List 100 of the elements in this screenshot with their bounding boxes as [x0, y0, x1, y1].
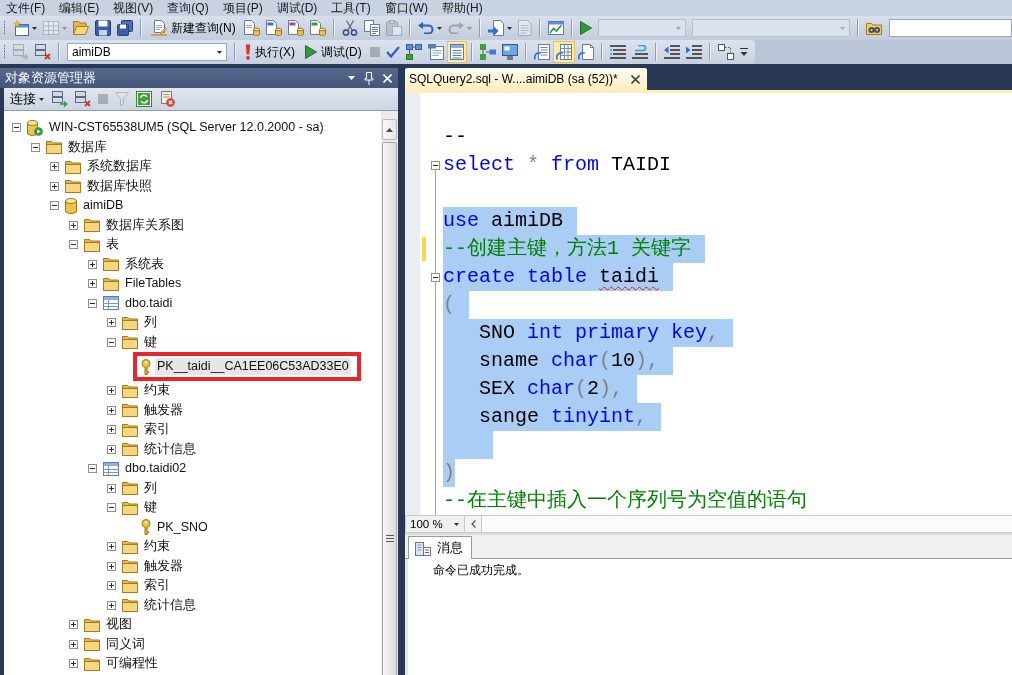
- tree-item[interactable]: PK_SNO: [155, 518, 210, 536]
- code-editor[interactable]: -- select * from TAIDI use aimiDB --创建主键，方法1 关键字 create table taidi ( SNO int primary key, sname char(10), SEX char(2), sange tinyint, ) --在主键中插入一个序列号为空值的语句: [405, 93, 1012, 515]
- tree-item[interactable]: 表: [104, 236, 121, 254]
- database-document-icon[interactable]: [243, 20, 260, 36]
- tree-item[interactable]: 统计信息: [142, 440, 198, 458]
- expand-icon[interactable]: [107, 483, 116, 493]
- copy-icon[interactable]: [363, 20, 380, 36]
- zoom-dropdown[interactable]: 100 %: [405, 515, 465, 533]
- expand-icon[interactable]: [88, 279, 97, 289]
- dotted-arrow-icon[interactable]: [717, 44, 734, 60]
- expand-icon[interactable]: [107, 600, 116, 610]
- grip-icon[interactable]: [3, 44, 6, 60]
- document-cross-icon[interactable]: [159, 91, 175, 107]
- scissors-icon[interactable]: [341, 20, 358, 36]
- list-icon[interactable]: [446, 41, 467, 63]
- database-document-icon[interactable]: [309, 20, 326, 36]
- binoculars-folder-icon[interactable]: [865, 21, 882, 35]
- scroll-up-button[interactable]: [382, 119, 397, 140]
- collapse-icon[interactable]: [431, 160, 440, 170]
- tree-item[interactable]: 系统数据库: [85, 158, 154, 176]
- floppy-disks-icon[interactable]: [117, 20, 133, 36]
- page-arrow-icon[interactable]: [577, 44, 594, 60]
- caret-icon[interactable]: [506, 26, 512, 30]
- menu-item[interactable]: 视图(V): [107, 0, 162, 16]
- menu-item[interactable]: 帮助(H): [436, 0, 491, 16]
- tree-item[interactable]: dbo.taidi02: [123, 460, 189, 478]
- menu-item[interactable]: 窗口(W): [378, 0, 436, 16]
- chevron-icon[interactable]: [739, 47, 748, 57]
- database-document-icon[interactable]: [265, 20, 282, 36]
- tree-item[interactable]: 约束: [142, 538, 172, 556]
- tree-item[interactable]: FileTables: [123, 275, 184, 293]
- tree-item[interactable]: 数据库: [66, 138, 109, 156]
- tree-item[interactable]: 触发器: [142, 401, 185, 419]
- menu-item[interactable]: 文件(F): [0, 0, 54, 16]
- expand-icon[interactable]: [50, 181, 59, 191]
- indented-lines-icon[interactable]: [609, 45, 626, 59]
- editor-tab[interactable]: SQLQuery2.sql - W....aimiDB (sa (52))*: [405, 68, 647, 90]
- menu-item[interactable]: 调试(D): [270, 0, 326, 16]
- outdent-icon[interactable]: [663, 45, 680, 59]
- tree-item[interactable]: 约束: [142, 382, 172, 400]
- document-window-icon[interactable]: [427, 44, 444, 60]
- collapse-icon[interactable]: [12, 123, 21, 133]
- tree-item[interactable]: 统计信息: [142, 596, 198, 614]
- tree-item[interactable]: WIN-CST65538UM5 (SQL Server 12.0.2000 - sa): [47, 119, 326, 137]
- expand-icon[interactable]: [107, 542, 116, 552]
- tree-item[interactable]: 列: [142, 314, 159, 332]
- menu-item[interactable]: 项目(P): [216, 0, 271, 16]
- open-folder-icon[interactable]: [73, 21, 89, 35]
- tree-item[interactable]: 键: [142, 499, 159, 517]
- collapse-icon[interactable]: [107, 503, 116, 513]
- dropdown-arrow-icon[interactable]: [348, 76, 355, 80]
- tree-item[interactable]: 同义词: [104, 635, 147, 653]
- expand-icon[interactable]: [107, 581, 116, 591]
- tree-item[interactable]: 数据库快照: [85, 177, 154, 195]
- expand-icon[interactable]: [107, 405, 116, 415]
- diagram-icon[interactable]: [479, 44, 496, 60]
- tree-item[interactable]: 系统表: [123, 255, 166, 273]
- server-cross-icon[interactable]: [35, 44, 51, 60]
- expand-icon[interactable]: [107, 386, 116, 396]
- caret-icon[interactable]: [436, 26, 442, 30]
- caret-icon[interactable]: [32, 26, 37, 30]
- document-lines-arrow-icon[interactable]: [533, 44, 550, 60]
- collapse-icon[interactable]: [107, 337, 116, 347]
- collapse-icon[interactable]: [431, 272, 440, 282]
- connect-button[interactable]: 连接: [7, 88, 48, 110]
- expand-icon[interactable]: [69, 620, 78, 630]
- hooked-lines-icon[interactable]: [631, 45, 648, 59]
- expand-icon[interactable]: [88, 259, 97, 269]
- results-tab[interactable]: 消息: [408, 536, 472, 559]
- refresh-icon[interactable]: [136, 91, 152, 107]
- pin-icon[interactable]: [364, 71, 374, 85]
- horizontal-scrollbar[interactable]: [482, 515, 1012, 533]
- dropdown[interactable]: aimiDB: [67, 43, 227, 61]
- expand-icon[interactable]: [107, 561, 116, 571]
- play-icon[interactable]: [579, 21, 592, 35]
- collapse-icon[interactable]: [50, 201, 59, 211]
- close-icon[interactable]: [630, 74, 640, 84]
- tree-item[interactable]: 索引: [142, 577, 172, 595]
- server-arrow-icon[interactable]: [52, 91, 68, 107]
- tree-item[interactable]: 键: [142, 333, 159, 351]
- flowchart-icon[interactable]: [405, 44, 422, 60]
- search-field[interactable]: [888, 19, 1012, 37]
- tree-item[interactable]: 视图: [104, 616, 134, 634]
- debug-button[interactable]: 调试(D): [300, 41, 367, 63]
- tree-item[interactable]: PK__taidi__CA1EE06C53AD33E0: [155, 358, 351, 375]
- monitor-icon[interactable]: [501, 44, 518, 60]
- expand-icon[interactable]: [69, 639, 78, 649]
- expand-icon[interactable]: [107, 444, 116, 454]
- collapse-icon[interactable]: [31, 142, 40, 152]
- collapse-icon[interactable]: [69, 240, 78, 250]
- tree-item[interactable]: 可编程性: [104, 655, 160, 673]
- execute-button[interactable]: 执行(X): [240, 41, 300, 63]
- indent-icon[interactable]: [685, 45, 702, 59]
- tree-item[interactable]: 索引: [142, 421, 172, 439]
- database-document-icon[interactable]: [287, 20, 304, 36]
- tree-item[interactable]: 数据库关系图: [104, 216, 186, 234]
- chart-window-icon[interactable]: [547, 21, 564, 35]
- undo-icon[interactable]: [417, 22, 434, 34]
- collapse-icon[interactable]: [88, 298, 97, 308]
- menu-item[interactable]: 查询(Q): [161, 0, 217, 16]
